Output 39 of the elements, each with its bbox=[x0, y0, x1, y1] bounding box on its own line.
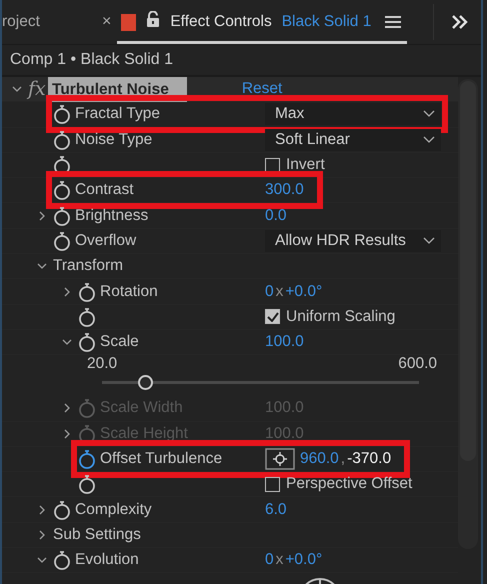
checkbox-label: Uniform Scaling bbox=[286, 308, 396, 326]
tab[interactable]: roject bbox=[2, 0, 102, 44]
tab[interactable]: Effect Controls Black Solid 1 bbox=[117, 0, 408, 44]
layer-name: Black Solid 1 bbox=[282, 13, 372, 31]
property-label: Complexity bbox=[75, 500, 152, 518]
dropdown[interactable]: Max bbox=[265, 103, 441, 126]
value-field[interactable]: 0.0 bbox=[265, 206, 287, 225]
fx-label: fx bbox=[28, 78, 47, 100]
value-field[interactable]: 0 bbox=[265, 551, 274, 570]
group-label[interactable]: Sub Settings bbox=[53, 526, 141, 543]
checkbox-label: Perspective Offset bbox=[286, 475, 412, 494]
separator: , bbox=[340, 450, 346, 468]
property-label: Scale bbox=[100, 333, 139, 350]
property-label: Fractal Type bbox=[75, 105, 160, 122]
property-label: Evolution bbox=[75, 551, 139, 568]
unit-label: x bbox=[276, 551, 284, 570]
value-field[interactable]: 6.0 bbox=[265, 500, 287, 519]
unit-label: x bbox=[276, 282, 284, 301]
dropdown[interactable]: Allow HDR Results bbox=[265, 230, 441, 252]
value-field[interactable]: 300.0 bbox=[265, 181, 304, 200]
property-label: Offset Turbulence bbox=[100, 450, 222, 467]
value-field[interactable]: +0.0° bbox=[285, 282, 322, 301]
value-field[interactable]: +0.0° bbox=[285, 551, 322, 570]
property-label: Rotation bbox=[100, 282, 158, 300]
value-field[interactable]: 0 bbox=[265, 282, 274, 301]
value-field[interactable]: 960.0 bbox=[300, 450, 339, 468]
reset-link[interactable]: Reset bbox=[242, 80, 282, 98]
slider-max: 600.0 bbox=[398, 355, 437, 374]
property-label: Overflow bbox=[75, 232, 136, 249]
property-label: Brightness bbox=[75, 206, 148, 224]
property-label: Noise Type bbox=[75, 130, 152, 148]
dropdown[interactable]: Soft Linear bbox=[265, 128, 441, 151]
slider-min: 20.0 bbox=[87, 355, 118, 374]
checkbox-label: Invert bbox=[286, 156, 325, 174]
group-label[interactable]: Transform bbox=[53, 257, 124, 274]
value-field[interactable]: -370.0 bbox=[347, 450, 392, 468]
close-button[interactable]: × bbox=[102, 13, 112, 31]
property-label: Contrast bbox=[75, 181, 134, 198]
value-field[interactable]: 100.0 bbox=[265, 333, 304, 352]
